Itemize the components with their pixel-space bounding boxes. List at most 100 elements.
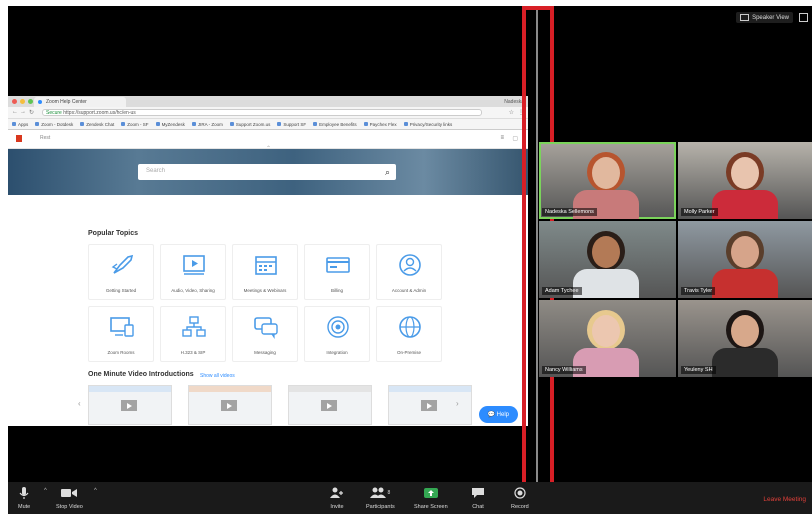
record-icon — [514, 486, 526, 500]
participant-face — [731, 157, 759, 189]
bookmark-label: Paychex Flex — [369, 121, 397, 127]
browser-tab-strip: Zoom Help Center Nadeska — [8, 96, 528, 107]
splitter-handle[interactable] — [536, 10, 538, 488]
topic-card-getting-started[interactable]: Getting Started — [88, 244, 154, 300]
mute-button[interactable]: Mute — [18, 486, 30, 510]
bookmark-label: Employee Benefits — [319, 121, 357, 127]
topic-label: Messaging — [254, 350, 276, 355]
share-screen-label: Share Screen — [414, 504, 448, 510]
url-field[interactable]: Secure https://support.zoom.us/hc/en-us — [42, 109, 482, 116]
bookmark-item[interactable]: Paychex Flex — [363, 121, 397, 127]
bookmark-favicon-icon — [313, 122, 318, 126]
bookmark-favicon-icon — [12, 122, 16, 126]
invite-label: Invite — [330, 504, 344, 510]
participant-torso — [573, 269, 639, 298]
participant-face — [592, 315, 620, 347]
search-icon[interactable]: ⌕ — [385, 166, 390, 178]
meeting-toolbar: Mute ^ Stop Video ^ Invite 8 Participant… — [8, 482, 812, 514]
bookmark-item[interactable]: Zoom - SF — [121, 121, 149, 127]
help-center-header: Rest ≡ ▢ ⌃ — [8, 130, 528, 152]
close-window-icon[interactable] — [12, 99, 17, 104]
leave-meeting-button[interactable]: Leave Meeting — [763, 496, 806, 503]
share-screen-button[interactable]: Share Screen — [414, 486, 448, 510]
topic-card-integration[interactable]: Integration — [304, 306, 370, 362]
site-nav-text[interactable]: Rest — [40, 135, 50, 141]
carousel-prev-icon[interactable]: ‹ — [78, 399, 81, 408]
participant-face — [731, 315, 759, 347]
help-search-input[interactable]: Search ⌕ — [138, 164, 396, 180]
help-widget-button[interactable]: 💬 Help — [478, 406, 518, 423]
window-controls — [12, 99, 33, 104]
chat-label: Chat — [472, 504, 484, 510]
topic-card-meetings[interactable]: Meetings & Webinars — [232, 244, 298, 300]
bookmark-star-icon[interactable]: ☆ — [509, 109, 514, 116]
carousel-next-icon[interactable]: › — [456, 399, 459, 408]
forward-icon[interactable]: → — [20, 109, 26, 115]
browser-tab[interactable]: Zoom Help Center — [34, 97, 126, 107]
bookmark-item[interactable]: JIRA - Zoom — [191, 122, 223, 127]
topic-label: Getting Started — [105, 288, 137, 293]
topic-card-on-premise[interactable]: On-Premise — [376, 306, 442, 362]
record-button[interactable]: Record — [511, 486, 529, 510]
videos-section-title: One Minute Video Introductions — [88, 371, 194, 378]
participant-video-tile[interactable]: Yeuleny SH — [678, 300, 812, 377]
bookmark-item[interactable]: Support SF — [277, 122, 306, 127]
fullscreen-icon[interactable] — [799, 13, 808, 22]
participants-button[interactable]: 8 Participants — [366, 486, 395, 510]
bookmark-label: Zoom - SF — [127, 121, 149, 127]
topic-card-billing[interactable]: Billing — [304, 244, 370, 300]
participant-video-tile[interactable]: Nancy Williams — [539, 300, 676, 377]
topic-label: Audio, Video, Sharing — [171, 288, 215, 293]
participant-video-tile[interactable]: Molly Parker — [678, 142, 812, 219]
video-thumbnail[interactable] — [88, 385, 172, 425]
topic-card-zoom-rooms[interactable]: Zoom Rooms — [88, 306, 154, 362]
reload-icon[interactable]: ↻ — [29, 109, 34, 116]
view-controls: Speaker View — [736, 12, 808, 23]
minimize-window-icon[interactable] — [20, 99, 25, 104]
bookmark-favicon-icon — [80, 122, 85, 126]
topic-card-audio-video[interactable]: Audio, Video, Sharing — [160, 244, 226, 300]
participants-label: Participants — [366, 504, 395, 510]
topic-card-account[interactable]: Account & Admin — [376, 244, 442, 300]
participant-video-tile[interactable]: Nadeska Sellemons — [539, 142, 676, 219]
video-thumbnail[interactable] — [188, 385, 272, 425]
video-carousel — [88, 385, 472, 425]
bookmark-item[interactable]: Apps — [12, 122, 28, 127]
video-thumbnail[interactable] — [288, 385, 372, 425]
participant-name: Molly Parker — [681, 208, 718, 216]
chat-button[interactable]: Chat — [471, 486, 485, 510]
bookmark-item[interactable]: Privacy/Security links — [403, 122, 452, 127]
speaker-view-button[interactable]: Speaker View — [736, 12, 793, 23]
show-all-videos-link[interactable]: Show all videos — [200, 373, 235, 379]
participants-count: 8 — [387, 490, 391, 496]
video-options-chevron-icon[interactable]: ^ — [94, 488, 97, 494]
participant-name: Nancy Williams — [542, 366, 586, 374]
bookmark-item[interactable]: Employee Benefits — [313, 122, 357, 127]
stop-video-button[interactable]: Stop Video — [56, 486, 83, 510]
audio-options-chevron-icon[interactable]: ^ — [44, 488, 47, 494]
participant-video-tile[interactable]: Adam Tychee — [539, 221, 676, 298]
bookmark-item[interactable]: MyZendesk — [155, 122, 185, 127]
bookmark-item[interactable]: Zoom - Dotdesk — [35, 122, 73, 127]
topic-card-messaging[interactable]: Messaging — [232, 306, 298, 362]
user-menu-icon[interactable]: ▢ — [512, 135, 518, 142]
bookmark-favicon-icon — [155, 122, 160, 126]
bookmark-favicon-icon — [35, 122, 40, 126]
browser-tab-title: Zoom Help Center — [46, 99, 87, 105]
maximize-window-icon[interactable] — [28, 99, 33, 104]
bookmark-favicon-icon — [229, 122, 234, 126]
participant-name: Travis Tyler — [681, 287, 716, 295]
bookmark-item[interactable]: Support Zoom.us — [229, 122, 270, 127]
mute-label: Mute — [18, 504, 31, 510]
participants-icon: 8 — [370, 486, 390, 500]
invite-button[interactable]: Invite — [330, 486, 344, 510]
topic-card-h323-sip[interactable]: H.323 & SIP — [160, 306, 226, 362]
bookmark-item[interactable]: Zendesk Chat — [80, 122, 114, 127]
zoom-logo-icon[interactable] — [16, 135, 22, 142]
back-icon[interactable]: ← — [12, 109, 18, 115]
participant-video-tile[interactable]: Travis Tyler — [678, 221, 812, 298]
target-icon — [327, 316, 349, 338]
hamburger-menu-icon[interactable]: ≡ — [500, 135, 504, 141]
video-thumbnail[interactable] — [388, 385, 472, 425]
invite-person-icon — [330, 486, 344, 500]
